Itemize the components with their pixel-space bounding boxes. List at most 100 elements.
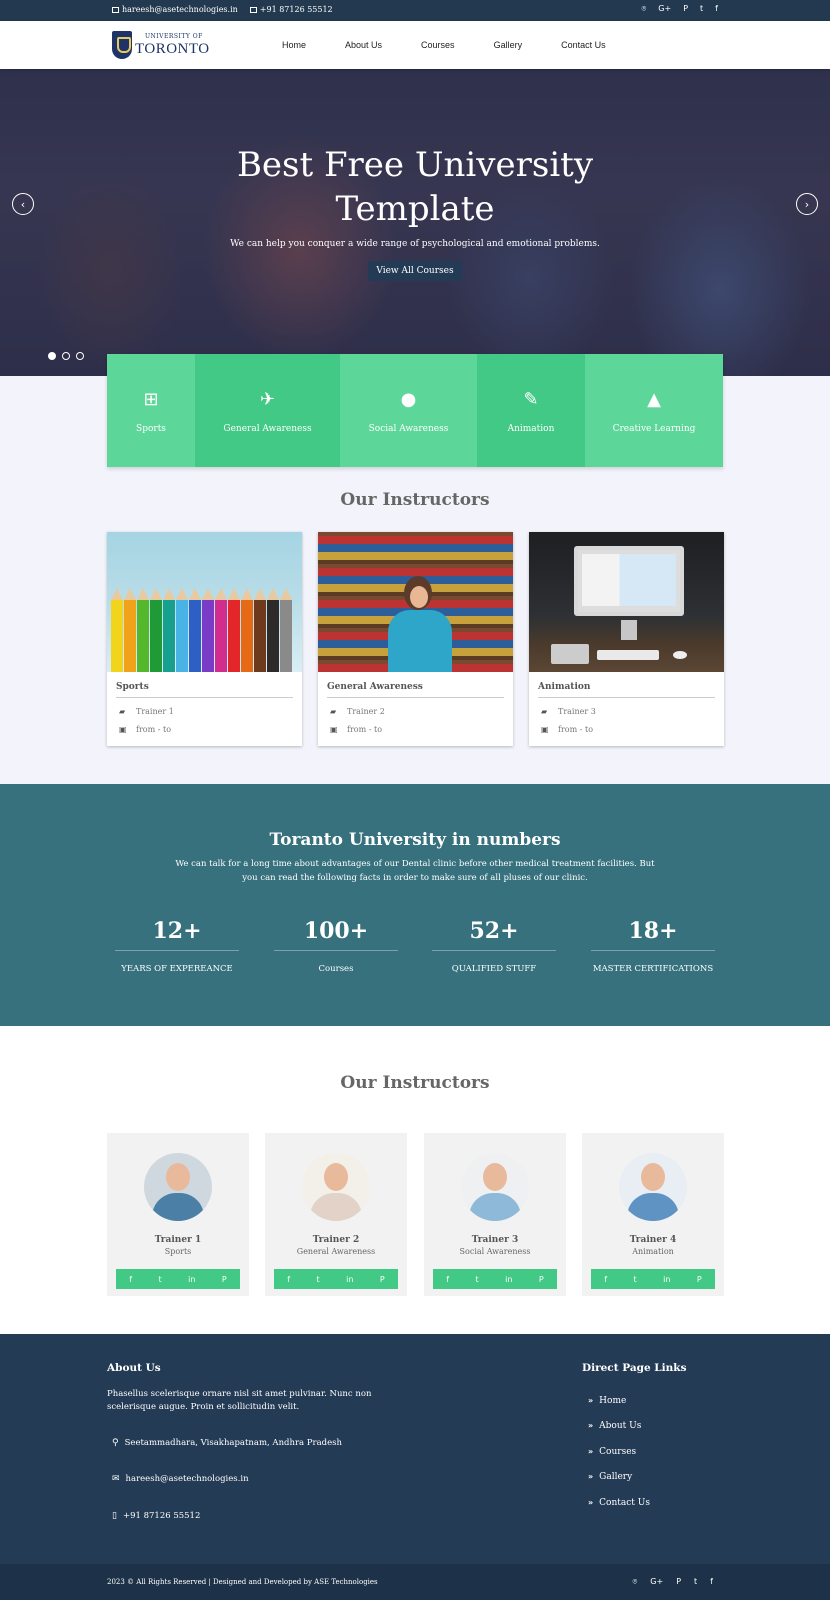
- footer-link-courses[interactable]: » Courses: [588, 1447, 636, 1457]
- trainer-specialty: Sports: [164, 1247, 192, 1256]
- course-card[interactable]: General Awareness ▰ Trainer 2 ▣ from - to: [318, 532, 513, 746]
- trainer-specialty: Social Awareness: [459, 1247, 531, 1256]
- stat-number: 100+: [274, 918, 398, 951]
- category-sports[interactable]: ⊞ Sports: [107, 354, 195, 467]
- slider-dots: [48, 352, 84, 360]
- slide-dot-3[interactable]: [76, 352, 84, 360]
- trainer-name: Trainer 2: [312, 1235, 360, 1245]
- logo-big-text: TORONTO: [135, 40, 210, 57]
- logo-small-text: UNIVERSITY OF: [145, 32, 203, 40]
- hero-content: Best Free University Template We can hel…: [0, 143, 830, 281]
- pinterest-icon[interactable]: P: [697, 1275, 702, 1284]
- calendar-icon: ▣: [541, 725, 549, 734]
- course-card[interactable]: Animation ▰ Trainer 3 ▣ from - to: [529, 532, 724, 746]
- nav-gallery[interactable]: Gallery: [494, 40, 523, 50]
- envelope-open-icon: ✉: [112, 1474, 120, 1484]
- footer-social: ⌾ G+ P t f: [632, 1577, 713, 1587]
- twitter-icon[interactable]: t: [317, 1275, 320, 1284]
- trainer-social-bar: f t in P: [433, 1269, 557, 1289]
- facebook-icon[interactable]: f: [446, 1275, 449, 1284]
- course-trainer: Trainer 2: [347, 707, 385, 716]
- course-title: Animation: [538, 682, 715, 698]
- logo[interactable]: UNIVERSITY OF TORONTO: [112, 29, 214, 61]
- double-chevron-icon: »: [588, 1421, 594, 1430]
- pinterest-icon[interactable]: P: [683, 4, 688, 14]
- twitter-icon[interactable]: t: [476, 1275, 479, 1284]
- top-contact: hareesh@asetechnologies.in +91 87126 555…: [112, 5, 333, 14]
- linkedin-icon[interactable]: in: [505, 1275, 512, 1284]
- google-plus-icon[interactable]: G+: [650, 1577, 663, 1587]
- linkedin-icon[interactable]: in: [663, 1275, 670, 1284]
- stat-label: Courses: [318, 964, 354, 974]
- hero-slider: ‹ › Best Free University Template We can…: [0, 69, 830, 376]
- trainer-card: Trainer 1 Sports f t in P: [107, 1133, 249, 1296]
- trainers-section-title: Our Instructors: [340, 1073, 490, 1093]
- footer-link-about[interactable]: » About Us: [588, 1421, 641, 1431]
- footer-phone[interactable]: ▯ +91 87126 55512: [112, 1511, 200, 1521]
- top-phone[interactable]: +91 87126 55512: [249, 5, 333, 14]
- twitter-icon[interactable]: t: [159, 1275, 162, 1284]
- pinterest-icon[interactable]: P: [539, 1275, 544, 1284]
- facebook-icon[interactable]: f: [129, 1275, 132, 1284]
- category-creative-learning[interactable]: ▲ Creative Learning: [585, 354, 723, 467]
- nav-courses[interactable]: Courses: [421, 40, 455, 50]
- category-strip: ⊞ Sports ✈ General Awareness ● Social Aw…: [107, 354, 723, 467]
- trainer-social-bar: f t in P: [274, 1269, 398, 1289]
- category-animation[interactable]: ✎ Animation: [477, 354, 585, 467]
- app-store-icon: ▲: [647, 389, 661, 410]
- github-icon[interactable]: ⌾: [641, 4, 646, 14]
- twitter-icon[interactable]: t: [634, 1275, 637, 1284]
- copyright-bar: 2023 © All Rights Reserved | Designed an…: [0, 1564, 830, 1600]
- nav-about[interactable]: About Us: [345, 40, 382, 50]
- slide-dot-1[interactable]: [48, 352, 56, 360]
- numbers-description: We can talk for a long time about advant…: [175, 859, 655, 883]
- avatar: [461, 1153, 529, 1221]
- linkedin-icon[interactable]: in: [346, 1275, 353, 1284]
- calendar-icon: ▣: [119, 725, 127, 734]
- phone-icon: [249, 6, 257, 13]
- course-card[interactable]: Sports ▰ Trainer 1 ▣ from - to: [107, 532, 302, 746]
- numbers-section: Toranto University in numbers We can tal…: [0, 784, 830, 1026]
- footer-email[interactable]: ✉ hareesh@asetechnologies.in: [112, 1474, 249, 1484]
- course-trainer: Trainer 1: [136, 707, 174, 716]
- avatar: [144, 1153, 212, 1221]
- nav-home[interactable]: Home: [282, 40, 306, 50]
- footer-link-home[interactable]: » Home: [588, 1396, 626, 1406]
- footer-link-contact[interactable]: » Contact Us: [588, 1498, 650, 1508]
- footer-link-gallery[interactable]: » Gallery: [588, 1472, 632, 1482]
- feather-icon: ✎: [523, 389, 539, 410]
- library-image: [318, 532, 513, 672]
- pinterest-icon[interactable]: P: [380, 1275, 385, 1284]
- view-all-courses-button[interactable]: View All Courses: [368, 261, 462, 281]
- twitter-icon[interactable]: t: [700, 4, 703, 14]
- nav-contact[interactable]: Contact Us: [561, 40, 606, 50]
- top-email[interactable]: hareesh@asetechnologies.in: [112, 5, 238, 14]
- course-date: from - to: [558, 725, 594, 734]
- facebook-icon[interactable]: f: [604, 1275, 607, 1284]
- trainer-social-bar: f t in P: [116, 1269, 240, 1289]
- stat-number: 12+: [115, 918, 239, 951]
- footer-about-title: About Us: [107, 1362, 161, 1374]
- pinterest-icon[interactable]: P: [222, 1275, 227, 1284]
- top-bar: hareesh@asetechnologies.in +91 87126 555…: [0, 0, 830, 21]
- calendar-icon: ▣: [330, 725, 338, 734]
- trainer-specialty: Animation: [632, 1247, 674, 1256]
- hero-subtitle: We can help you conquer a wide range of …: [230, 239, 600, 249]
- facebook-icon[interactable]: f: [710, 1577, 713, 1587]
- pinterest-icon[interactable]: P: [676, 1577, 681, 1587]
- facebook-icon[interactable]: f: [287, 1275, 290, 1284]
- twitter-icon[interactable]: t: [694, 1577, 697, 1587]
- footer-links-title: Direct Page Links: [582, 1362, 687, 1374]
- google-plus-icon[interactable]: G+: [658, 4, 671, 14]
- github-icon[interactable]: ⌾: [632, 1577, 637, 1587]
- trainer-card: Trainer 2 General Awareness f t in P: [265, 1133, 407, 1296]
- course-title: General Awareness: [327, 682, 504, 698]
- copyright-text: 2023 © All Rights Reserved | Designed an…: [107, 1578, 378, 1586]
- slide-dot-2[interactable]: [62, 352, 70, 360]
- trainer-name: Trainer 1: [154, 1235, 202, 1245]
- linkedin-icon[interactable]: in: [188, 1275, 195, 1284]
- category-general-awareness[interactable]: ✈ General Awareness: [195, 354, 340, 467]
- category-social-awareness[interactable]: ● Social Awareness: [340, 354, 477, 467]
- facebook-icon[interactable]: f: [715, 4, 718, 14]
- hero-title: Best Free University Template: [236, 145, 594, 229]
